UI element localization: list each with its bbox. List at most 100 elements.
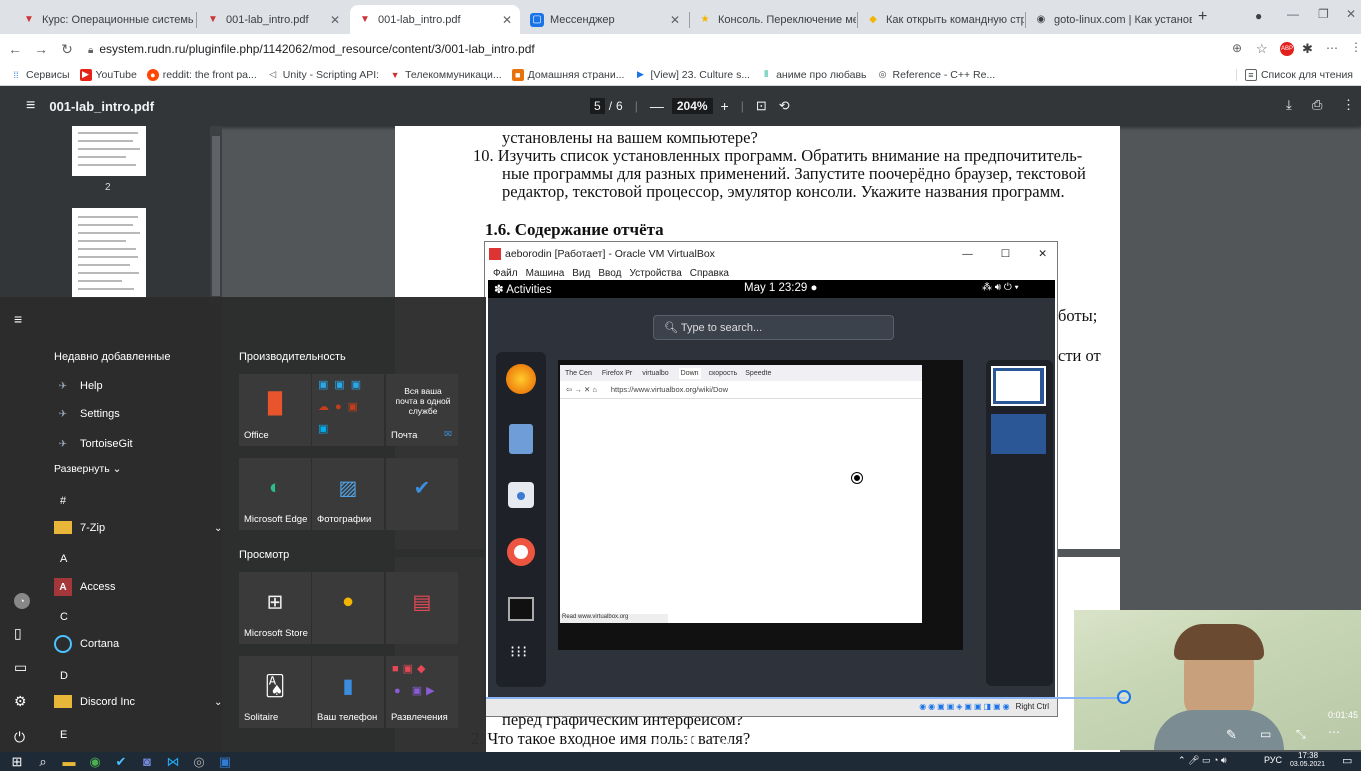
- menu-kebab-icon[interactable]: ⋮: [1350, 40, 1361, 54]
- chevron-down-icon[interactable]: ⌄: [214, 697, 222, 708]
- bookmark-apps[interactable]: ⁞⁞ Сервисы: [10, 69, 69, 81]
- fit-page-icon[interactable]: ⊡: [756, 98, 767, 114]
- hamburger-icon[interactable]: ≡: [14, 311, 22, 327]
- skip-back-button[interactable]: 10: [648, 733, 666, 751]
- vbox-device-icons[interactable]: ◉◉▣▣◈▣▣◨▣◉: [919, 702, 1011, 711]
- bookmark-anime[interactable]: ⦀ аниме про любавь: [760, 69, 866, 81]
- maximize-icon[interactable]: ☐: [1001, 248, 1010, 260]
- menu-help[interactable]: Справка: [690, 268, 729, 279]
- tile-weather[interactable]: ●: [312, 572, 384, 644]
- more-dots-icon[interactable]: ⋯: [1328, 725, 1340, 739]
- minimize-icon[interactable]: —: [962, 248, 973, 260]
- app-tortoisegit[interactable]: ✈ TortoiseGit: [54, 435, 133, 453]
- adblock-icon[interactable]: ABP: [1280, 42, 1294, 56]
- terminal-icon[interactable]: [508, 597, 534, 621]
- clock-time[interactable]: 17:38: [1298, 751, 1318, 760]
- tile-store[interactable]: ⊞ Microsoft Store: [239, 572, 311, 644]
- activities-button[interactable]: ✽ Activities: [494, 282, 552, 296]
- files-icon[interactable]: [509, 424, 533, 454]
- power-icon[interactable]: ⏻: [14, 729, 25, 746]
- show-apps-icon[interactable]: ⁝⁝⁝: [510, 645, 528, 661]
- forward-icon[interactable]: →: [30, 41, 52, 57]
- tab-messenger[interactable]: ▢ Мессенджер ✕: [522, 5, 688, 34]
- letter-header[interactable]: A: [60, 553, 67, 565]
- chevron-down-icon[interactable]: ⌄: [214, 523, 222, 534]
- notifications-icon[interactable]: ▭: [1342, 754, 1352, 767]
- search-icon[interactable]: ⌕: [30, 754, 56, 770]
- bookmark-star-icon[interactable]: ☆: [1256, 41, 1268, 57]
- download-icon[interactable]: ⤓: [1286, 97, 1292, 113]
- reload-icon[interactable]: ↻: [56, 41, 78, 58]
- thumbnail-page-3[interactable]: [72, 208, 146, 298]
- ff-url[interactable]: https://www.virtualbox.org/wiki/Dow: [611, 385, 728, 394]
- new-tab-button[interactable]: +: [1198, 8, 1207, 26]
- bookmark-telecom[interactable]: ▼ Телекоммуникаци...: [389, 69, 502, 81]
- edit-pen-icon[interactable]: ✎: [1226, 727, 1237, 743]
- video-progress-handle[interactable]: [1117, 690, 1131, 704]
- print-icon[interactable]: ⎙: [1312, 97, 1322, 113]
- zoom-out-icon[interactable]: —: [650, 98, 664, 114]
- tile-solitaire[interactable]: 🂡︎ Solitaire: [239, 656, 311, 728]
- workspace-2[interactable]: [991, 414, 1046, 454]
- chrome-icon[interactable]: ◉: [82, 754, 108, 770]
- letter-header[interactable]: D: [60, 670, 68, 682]
- steam-icon[interactable]: ◎: [186, 754, 212, 770]
- more-kebab-icon[interactable]: ⋮: [1342, 97, 1355, 113]
- workspace-1[interactable]: [991, 366, 1046, 406]
- bookmark-unity[interactable]: ◁ Unity - Scripting API:: [267, 69, 379, 81]
- zoom-in-icon[interactable]: +: [721, 98, 729, 114]
- close-icon[interactable]: ✕: [1038, 248, 1047, 260]
- close-icon[interactable]: ✕: [496, 13, 512, 27]
- app-settings[interactable]: ✈ Settings: [54, 405, 120, 423]
- ff-tab-active[interactable]: Down: [678, 367, 701, 379]
- tile-todo[interactable]: ✔: [386, 458, 458, 530]
- tile-news[interactable]: ▤: [386, 572, 458, 644]
- tile-edge[interactable]: ◐ Microsoft Edge: [239, 458, 311, 530]
- letter-header[interactable]: C: [60, 611, 68, 623]
- zoom-icon[interactable]: ⊕: [1232, 41, 1242, 55]
- tab-console[interactable]: ★ Консоль. Переключение межд ✕: [690, 5, 856, 34]
- address-bar[interactable]: 🔒︎ esystem.rudn.ru/pluginfile.php/1142062…: [88, 42, 535, 56]
- account-icon[interactable]: ◔: [14, 593, 30, 609]
- todo-icon[interactable]: ✔: [108, 754, 134, 770]
- tile-office-apps[interactable]: ▣▣▣ ☁●▣ ▣: [312, 374, 384, 446]
- app-7zip[interactable]: 7-Zip: [54, 521, 105, 534]
- system-tray-icons[interactable]: ⁂ 🔊︎ ⏻ ▾: [982, 282, 1019, 293]
- miniplayer-icon[interactable]: ▭: [1260, 727, 1271, 741]
- menu-machine[interactable]: Машина: [526, 268, 565, 279]
- thumbnail-scrollbar[interactable]: [210, 126, 222, 306]
- ff-back-icon[interactable]: ⇦ → ✕ ⌂: [566, 385, 597, 394]
- tab-pdf-active[interactable]: ▼ 001-lab_intro.pdf ✕: [350, 5, 520, 34]
- sidebar-menu-icon[interactable]: ≡: [26, 97, 35, 115]
- close-window-icon[interactable]: ✕: [1346, 7, 1356, 21]
- zoom-input[interactable]: 204%: [671, 98, 713, 114]
- ff-tab[interactable]: virtualbo: [642, 370, 668, 377]
- ff-tab[interactable]: Speedte: [745, 370, 771, 377]
- pause-icon[interactable]: ▮▮: [686, 733, 699, 747]
- file-explorer-icon[interactable]: ▬: [56, 754, 82, 769]
- ff-tab[interactable]: скорость: [709, 370, 738, 377]
- bookmark-cpp[interactable]: ◎ Reference - C++ Re...: [877, 69, 996, 81]
- tab-goto-linux[interactable]: ◉ goto-linux.com | Как установить ✕: [1026, 5, 1192, 34]
- gnome-clock[interactable]: May 1 23:29 ●: [744, 282, 817, 294]
- ff-tab[interactable]: Firefox Pr: [602, 370, 632, 377]
- page-number-input[interactable]: 5: [590, 98, 605, 114]
- tab-pdf-1[interactable]: ▼ 001-lab_intro.pdf ✕: [198, 5, 348, 34]
- tile-entertainment[interactable]: ■▣◆ ● ▣▶ Развлечения: [386, 656, 458, 728]
- video-progress-track[interactable]: [486, 697, 1126, 699]
- close-icon[interactable]: ✕: [664, 13, 680, 27]
- help-icon[interactable]: [507, 538, 535, 566]
- app-discord[interactable]: Discord Inc: [54, 695, 135, 708]
- thumbnail-page-2[interactable]: [72, 126, 146, 176]
- menu-devices[interactable]: Устройства: [629, 268, 681, 279]
- tile-office[interactable]: ▐▌ Office: [239, 374, 311, 446]
- tab-cmd[interactable]: ◆ Как открыть командную строку ✕: [858, 5, 1024, 34]
- expand-button[interactable]: Развернуть ⌄: [54, 463, 121, 475]
- tile-mail[interactable]: Вся ваша почта в одной службе Почта ✉: [386, 374, 458, 446]
- close-icon[interactable]: ✕: [324, 13, 340, 27]
- software-icon[interactable]: [508, 482, 534, 508]
- pictures-icon[interactable]: ▭: [14, 659, 27, 676]
- clock-date[interactable]: 03.05.2021: [1290, 761, 1325, 768]
- firefox-icon[interactable]: [506, 364, 536, 394]
- letter-header[interactable]: #: [60, 495, 66, 507]
